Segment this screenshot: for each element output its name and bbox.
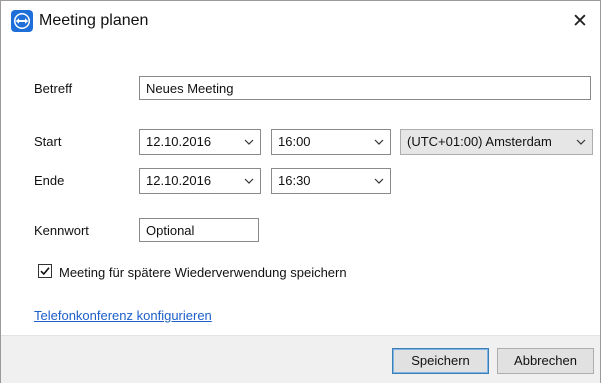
password-field[interactable] [139,218,259,242]
subject-input[interactable] [146,77,590,99]
checkmark-icon [40,267,50,276]
end-date-value: 12.10.2016 [146,173,212,188]
window-title: Meeting planen [39,12,149,29]
configure-conference-link[interactable]: Telefonkonferenz konfigurieren [34,308,212,323]
start-date-value: 12.10.2016 [146,134,212,149]
chevron-down-icon [576,139,586,145]
save-button[interactable]: Speichern [392,348,489,374]
timezone-value: (UTC+01:00) Amsterdam [407,134,552,149]
close-icon: ✕ [572,11,588,32]
start-time-value: 16:00 [278,134,311,149]
cancel-button[interactable]: Abbrechen [497,348,594,374]
dialog-footer: Speichern Abbrechen [1,335,600,383]
start-time-select[interactable]: 16:00 [271,129,391,155]
close-button[interactable]: ✕ [567,9,593,35]
end-time-select[interactable]: 16:30 [271,168,391,194]
chevron-down-icon [374,178,384,184]
teamviewer-icon [11,10,33,32]
end-date-picker[interactable]: 12.10.2016 [139,168,261,194]
start-date-picker[interactable]: 12.10.2016 [139,129,261,155]
end-label: Ende [34,173,65,188]
title-bar: Meeting planen ✕ [1,1,600,45]
save-for-reuse-label[interactable]: Meeting für spätere Wiederverwendung spe… [59,265,347,280]
save-for-reuse-checkbox[interactable] [38,264,52,278]
password-input[interactable] [146,219,258,241]
end-time-value: 16:30 [278,173,311,188]
subject-label: Betreff [34,81,73,96]
timezone-select[interactable]: (UTC+01:00) Amsterdam [400,129,593,155]
subject-field[interactable] [139,76,591,100]
start-label: Start [34,134,62,149]
chevron-down-icon [244,178,254,184]
meeting-dialog: Meeting planen ✕ Betreff Start 12.10.201… [0,0,601,383]
chevron-down-icon [374,139,384,145]
password-label: Kennwort [34,223,89,238]
chevron-down-icon [244,139,254,145]
